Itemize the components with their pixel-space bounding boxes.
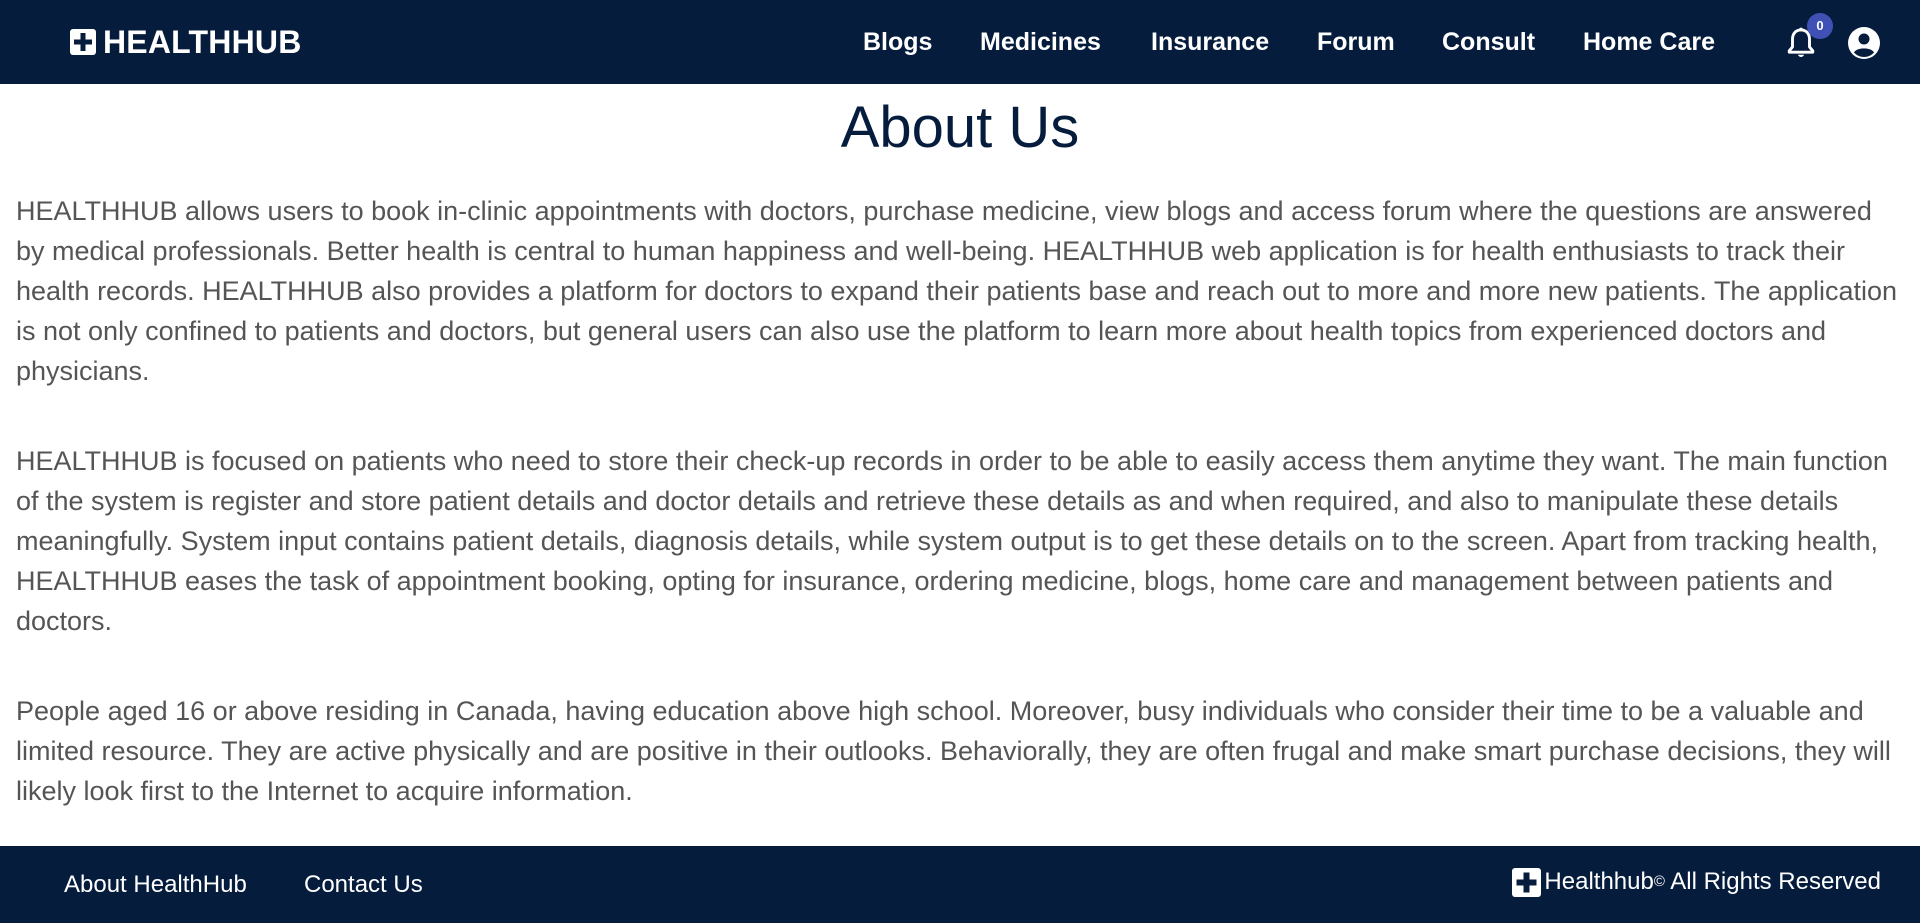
medical-cross-icon [1512, 867, 1542, 897]
top-navbar: HEALTHHUB Blogs Medicines Insurance Foru… [0, 0, 1920, 84]
nav-insurance[interactable]: Insurance [1151, 26, 1269, 58]
about-paragraph-1: HEALTHHUB allows users to book in-clinic… [16, 196, 1898, 386]
copyright-notice: Healthhub © All Rights Reserved [1512, 867, 1881, 897]
footer: About HealthHub Contact Us Healthhub © Al… [0, 846, 1920, 923]
about-paragraph-3: People aged 16 or above residing in Cana… [16, 696, 1891, 806]
page-title: About Us [840, 95, 1080, 160]
main-nav: Blogs Medicines Insurance Forum Consult … [0, 0, 1920, 84]
nav-consult[interactable]: Consult [1442, 26, 1535, 58]
user-circle-icon[interactable] [1847, 26, 1881, 60]
notification-badge: 0 [1807, 13, 1833, 39]
nav-blogs[interactable]: Blogs [863, 26, 932, 58]
nav-forum[interactable]: Forum [1317, 26, 1395, 58]
footer-link-contact[interactable]: Contact Us [304, 870, 423, 900]
nav-medicines[interactable]: Medicines [980, 26, 1101, 58]
footer-link-about[interactable]: About HealthHub [64, 870, 247, 900]
footer-rights: All Rights Reserved [1664, 868, 1881, 895]
footer-brand: Healthhub [1544, 868, 1654, 895]
about-paragraph-2: HEALTHHUB is focused on patients who nee… [16, 446, 1888, 636]
nav-home-care[interactable]: Home Care [1583, 26, 1715, 58]
